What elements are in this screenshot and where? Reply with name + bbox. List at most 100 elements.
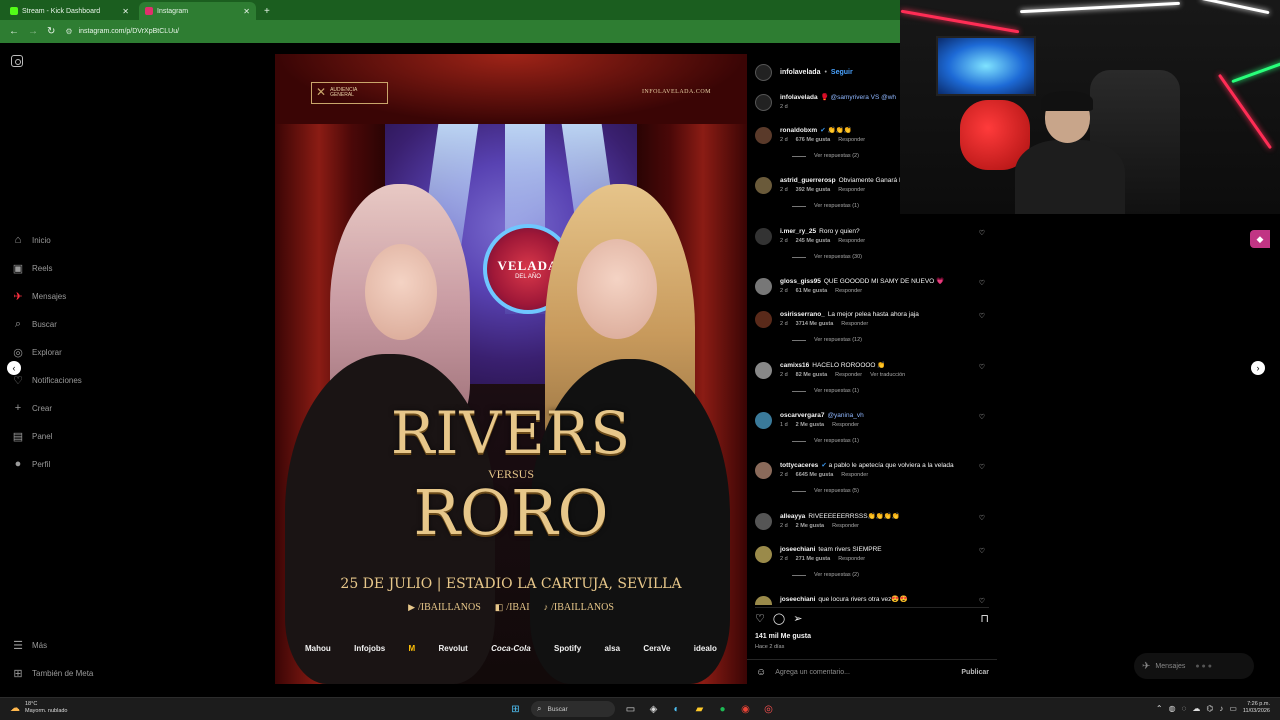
like-comment-icon[interactable]: ♡ bbox=[979, 597, 985, 605]
spotify-icon[interactable]: ● bbox=[715, 702, 730, 717]
like-comment-icon[interactable]: ♡ bbox=[979, 514, 985, 522]
post-likes[interactable]: 141 mil Me gusta bbox=[755, 633, 811, 640]
reply-button[interactable]: Responder bbox=[841, 472, 868, 478]
nav-item-notificaciones[interactable]: ♡ Notificaciones bbox=[12, 373, 82, 387]
like-comment-icon[interactable]: ♡ bbox=[979, 229, 985, 237]
view-replies-button[interactable]: Ver respuestas (1) bbox=[792, 203, 859, 209]
back-icon[interactable]: ← bbox=[9, 26, 19, 37]
reload-icon[interactable]: ↻ bbox=[47, 26, 55, 37]
url-field[interactable]: ⚙ instagram.com/p/DVrXpBtCLUu/ bbox=[65, 27, 179, 36]
view-replies-button[interactable]: Ver respuestas (12) bbox=[792, 337, 862, 343]
obs-icon[interactable]: ◎ bbox=[761, 702, 776, 717]
reply-button[interactable]: Responder bbox=[832, 523, 859, 529]
avatar[interactable] bbox=[755, 177, 772, 194]
avatar[interactable] bbox=[755, 412, 772, 429]
view-replies-button[interactable]: Ver respuestas (5) bbox=[792, 488, 859, 494]
comment-likes[interactable]: 392 Me gusta bbox=[796, 187, 831, 193]
comment-likes[interactable]: 2 Me gusta bbox=[796, 523, 824, 529]
reply-button[interactable]: Responder bbox=[838, 238, 865, 244]
comment-likes[interactable]: 82 Me gusta bbox=[796, 372, 827, 378]
tab-instagram[interactable]: Instagram ✕ bbox=[139, 2, 256, 20]
tray-app-icon[interactable]: ◍ bbox=[1169, 704, 1176, 713]
reply-button[interactable]: Responder bbox=[838, 137, 865, 143]
task-view-icon[interactable]: ▭ bbox=[623, 702, 638, 717]
close-tab-icon[interactable]: ✕ bbox=[243, 7, 250, 16]
comment-icon[interactable]: ◯ bbox=[773, 612, 785, 625]
network-icon[interactable]: ⌬ bbox=[1206, 704, 1213, 713]
comment-mention[interactable]: @yanina_vh bbox=[827, 412, 863, 419]
forward-icon[interactable]: → bbox=[28, 26, 38, 37]
share-icon[interactable]: ➢ bbox=[793, 612, 802, 625]
nav-item-panel[interactable]: ▤ Panel bbox=[12, 429, 53, 443]
view-replies-button[interactable]: Ver respuestas (2) bbox=[792, 572, 859, 578]
avatar[interactable] bbox=[755, 546, 772, 563]
avatar[interactable] bbox=[755, 513, 772, 530]
reply-button[interactable]: Responder bbox=[835, 288, 862, 294]
view-replies-button[interactable]: Ver respuestas (2) bbox=[792, 153, 859, 159]
comment-user[interactable]: tottycaceres bbox=[780, 462, 818, 469]
avatar[interactable] bbox=[755, 278, 772, 295]
comment-likes[interactable]: 2 Me gusta bbox=[796, 422, 824, 428]
post-author[interactable]: infolavelada bbox=[780, 69, 820, 76]
follow-button[interactable]: Seguir bbox=[831, 69, 853, 76]
comment-likes[interactable]: 6645 Me gusta bbox=[796, 472, 834, 478]
comment-user[interactable]: gloss_giss95 bbox=[780, 278, 821, 285]
like-comment-icon[interactable]: ♡ bbox=[979, 312, 985, 320]
site-info-icon[interactable]: ⚙ bbox=[65, 27, 72, 36]
reply-button[interactable]: Responder bbox=[841, 321, 868, 327]
chevron-up-icon[interactable]: ⌃ bbox=[1156, 704, 1163, 713]
comment-user[interactable]: ronaldobxm bbox=[780, 127, 817, 134]
post-image[interactable]: VELADA DEL AÑO ✕ AUDIENCIA GENERAL INFOLA… bbox=[275, 54, 747, 684]
tab-kick-dashboard[interactable]: Stream - Kick Dashboard ✕ bbox=[4, 2, 135, 20]
messages-button[interactable]: ✈ Mensajes ● ● ● bbox=[1134, 653, 1254, 679]
comment-user[interactable]: oscarvergara7 bbox=[780, 412, 824, 419]
taskbar-search[interactable]: ⌕ Buscar bbox=[531, 701, 615, 717]
chrome-icon[interactable]: ◉ bbox=[738, 702, 753, 717]
nav-item-perfil[interactable]: ● Perfil bbox=[12, 457, 51, 471]
instagram-logo-icon[interactable] bbox=[11, 55, 23, 67]
tray-app-icon[interactable]: ◌ bbox=[1182, 704, 1187, 713]
avatar[interactable] bbox=[755, 228, 772, 245]
nav-item-inicio[interactable]: ⌂ Inicio bbox=[12, 233, 51, 247]
comment-likes[interactable]: 676 Me gusta bbox=[796, 137, 831, 143]
close-tab-icon[interactable]: ✕ bbox=[122, 7, 129, 16]
reply-button[interactable]: Responder bbox=[835, 372, 862, 378]
like-comment-icon[interactable]: ♡ bbox=[979, 279, 985, 287]
like-icon[interactable]: ♡ bbox=[755, 612, 765, 625]
comment-likes[interactable]: 271 Me gusta bbox=[796, 556, 831, 562]
volume-icon[interactable]: ♪ bbox=[1219, 704, 1223, 713]
previous-post-button[interactable]: ‹ bbox=[7, 361, 21, 375]
onedrive-icon[interactable]: ☁ bbox=[1192, 704, 1200, 713]
nav-item-mensajes[interactable]: ✈ Mensajes bbox=[12, 289, 66, 303]
like-comment-icon[interactable]: ♡ bbox=[979, 413, 985, 421]
reply-button[interactable]: Responder bbox=[838, 556, 865, 562]
view-replies-button[interactable]: Ver respuestas (30) bbox=[792, 254, 862, 260]
display-icon[interactable]: ▭ bbox=[1229, 704, 1237, 713]
reply-button[interactable]: Responder bbox=[832, 422, 859, 428]
view-replies-button[interactable]: Ver respuestas (1) bbox=[792, 388, 859, 394]
edge-icon[interactable]: ◐ bbox=[669, 702, 684, 717]
nav-item-explorar[interactable]: ◎ Explorar bbox=[12, 345, 62, 359]
file-explorer-icon[interactable]: ▰ bbox=[692, 702, 707, 717]
comment-user[interactable]: astrid_guerrerosp bbox=[780, 177, 836, 184]
comment-user[interactable]: joseechiani bbox=[780, 596, 815, 603]
nav-item-mas[interactable]: ☰ Más bbox=[12, 638, 47, 652]
avatar[interactable] bbox=[755, 462, 772, 479]
comment-user[interactable]: joseechiani bbox=[780, 546, 815, 553]
nav-item-reels[interactable]: ▣ Reels bbox=[12, 261, 53, 275]
like-comment-icon[interactable]: ♡ bbox=[979, 463, 985, 471]
comment-likes[interactable]: 61 Me gusta bbox=[796, 288, 827, 294]
reply-button[interactable]: Responder bbox=[838, 187, 865, 193]
comment-input[interactable]: Agrega un comentario... bbox=[775, 669, 850, 676]
like-comment-icon[interactable]: ♡ bbox=[979, 547, 985, 555]
publish-button[interactable]: Publicar bbox=[961, 669, 989, 676]
nav-item-crear[interactable]: + Crear bbox=[12, 401, 52, 415]
translate-button[interactable]: Ver traducción bbox=[870, 372, 905, 378]
avatar[interactable] bbox=[755, 311, 772, 328]
comment-likes[interactable]: 3714 Me gusta bbox=[796, 321, 834, 327]
comment-likes[interactable]: 245 Me gusta bbox=[796, 238, 831, 244]
comment-user[interactable]: alleayya bbox=[780, 513, 805, 520]
nav-item-buscar[interactable]: ⌕ Buscar bbox=[12, 317, 57, 331]
comment-user[interactable]: i.mer_ry_25 bbox=[780, 228, 816, 235]
like-comment-icon[interactable]: ♡ bbox=[979, 363, 985, 371]
